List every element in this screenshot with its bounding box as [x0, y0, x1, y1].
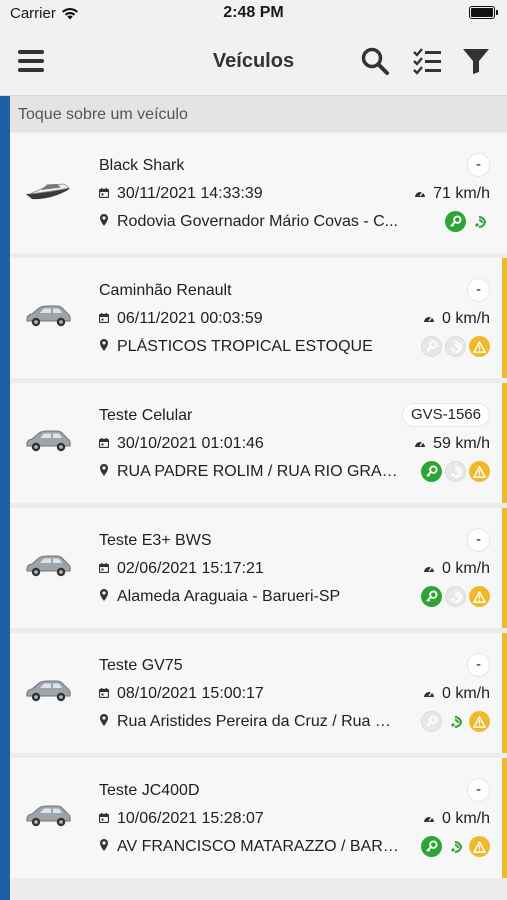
- speedometer-icon: [423, 560, 435, 578]
- vehicle-name: Black Shark: [99, 157, 185, 174]
- address: Rodovia Governador Mário Covas - C...: [117, 213, 398, 230]
- checklist-button[interactable]: [410, 44, 444, 78]
- vehicle-name: Teste E3+ BWS: [99, 532, 212, 549]
- plate-badge: -: [467, 778, 490, 802]
- car-icon: [24, 800, 72, 830]
- navigation-bar: Veículos: [0, 26, 507, 96]
- calendar-icon: [98, 810, 110, 828]
- accent-strip: [0, 96, 10, 900]
- last-update: 02/06/2021 15:17:21: [117, 560, 264, 577]
- plate-badge: -: [467, 278, 490, 302]
- signal-on-icon: [445, 836, 466, 857]
- status-icons: [421, 336, 490, 357]
- speedometer-icon: [414, 435, 426, 453]
- car-icon: [24, 425, 72, 455]
- vehicle-card[interactable]: Black Shark - 30/11/2021 14:33:39 71 km/h Ro…: [10, 133, 507, 253]
- vehicle-card[interactable]: Teste GV75 - 08/10/2021 15:00:17 0 km/h Rua …: [10, 633, 507, 753]
- vehicle-list: Black Shark - 30/11/2021 14:33:39 71 km/h Ro…: [10, 133, 507, 883]
- status-icons: [421, 586, 490, 607]
- location-pin-icon: [99, 213, 109, 231]
- status-bar: Carrier 2:48 PM: [0, 0, 507, 26]
- speed-value: 0 km/h: [441, 685, 490, 702]
- vehicle-card[interactable]: Teste E3+ BWS - 02/06/2021 15:17:21 0 km/h A…: [10, 508, 507, 628]
- speed-value: 0 km/h: [441, 810, 490, 827]
- ignition-off-icon: [421, 711, 442, 732]
- speedometer-icon: [414, 185, 426, 203]
- ignition-off-icon: [421, 336, 442, 357]
- car-icon: [24, 675, 72, 705]
- car-icon: [24, 550, 72, 580]
- location-pin-icon: [99, 713, 109, 731]
- last-update: 08/10/2021 15:00:17: [117, 685, 264, 702]
- alert-icon: [469, 461, 490, 482]
- signal-off-icon: [445, 336, 466, 357]
- alert-icon: [469, 836, 490, 857]
- location-pin-icon: [99, 838, 109, 856]
- list-hint: Toque sobre um veículo: [10, 96, 507, 132]
- search-button[interactable]: [358, 44, 392, 78]
- ignition-on-icon: [445, 211, 466, 232]
- address: Alameda Araguaia - Barueri-SP: [117, 588, 341, 605]
- calendar-icon: [98, 685, 110, 703]
- status-icons: [421, 836, 490, 857]
- filter-button[interactable]: [459, 44, 493, 78]
- speedometer-icon: [423, 310, 435, 328]
- speed-value: 71 km/h: [433, 185, 490, 202]
- calendar-icon: [98, 435, 110, 453]
- plate-badge: -: [467, 153, 490, 177]
- plate-badge: -: [467, 528, 490, 552]
- checklist-icon: [413, 48, 441, 75]
- status-icons: [421, 711, 490, 732]
- boat-icon: [24, 175, 72, 205]
- ignition-on-icon: [421, 836, 442, 857]
- plate-badge: -: [467, 653, 490, 677]
- search-icon: [361, 47, 389, 75]
- speed-value: 0 km/h: [441, 310, 490, 327]
- last-update: 06/11/2021 00:03:59: [117, 310, 263, 327]
- signal-off-icon: [445, 586, 466, 607]
- car-icon: [24, 300, 72, 330]
- signal-off-icon: [445, 461, 466, 482]
- address: PLÁSTICOS TROPICAL ESTOQUE: [117, 338, 373, 355]
- ignition-on-icon: [421, 461, 442, 482]
- vehicle-name: Teste GV75: [99, 657, 183, 674]
- last-update: 10/06/2021 15:28:07: [117, 810, 264, 827]
- address: Rua Aristides Pereira da Cruz / Rua Co..…: [117, 713, 399, 730]
- battery-icon: [469, 6, 498, 19]
- location-pin-icon: [99, 338, 109, 356]
- location-pin-icon: [99, 588, 109, 606]
- vehicle-name: Teste Celular: [99, 407, 193, 424]
- vehicle-card[interactable]: Caminhão Renault - 06/11/2021 00:03:59 0 km…: [10, 258, 507, 378]
- vehicle-name: Caminhão Renault: [99, 282, 232, 299]
- calendar-icon: [98, 185, 110, 203]
- last-update: 30/11/2021 14:33:39: [117, 185, 263, 202]
- alert-icon: [469, 711, 490, 732]
- signal-on-icon: [469, 211, 490, 232]
- vehicle-card[interactable]: Teste JC400D - 10/06/2021 15:28:07 0 km/h AV…: [10, 758, 507, 878]
- status-icons: [445, 211, 490, 232]
- vehicle-card[interactable]: Teste Celular GVS-1566 30/10/2021 01:01:46…: [10, 383, 507, 503]
- last-update: 30/10/2021 01:01:46: [117, 435, 264, 452]
- vehicle-name: Teste JC400D: [99, 782, 200, 799]
- calendar-icon: [98, 310, 110, 328]
- alert-icon: [469, 586, 490, 607]
- calendar-icon: [98, 560, 110, 578]
- ignition-on-icon: [421, 586, 442, 607]
- signal-on-icon: [445, 711, 466, 732]
- speed-value: 59 km/h: [433, 435, 490, 452]
- filter-icon: [463, 49, 489, 74]
- address: AV FRANCISCO MATARAZZO / BARRA F...: [117, 838, 399, 855]
- speedometer-icon: [423, 810, 435, 828]
- status-icons: [421, 461, 490, 482]
- plate-badge: GVS-1566: [401, 403, 490, 427]
- alert-icon: [469, 336, 490, 357]
- location-pin-icon: [99, 463, 109, 481]
- address: RUA PADRE ROLIM / RUA RIO GRAN...: [117, 463, 399, 480]
- speedometer-icon: [423, 685, 435, 703]
- speed-value: 0 km/h: [441, 560, 490, 577]
- clock: 2:48 PM: [223, 4, 284, 21]
